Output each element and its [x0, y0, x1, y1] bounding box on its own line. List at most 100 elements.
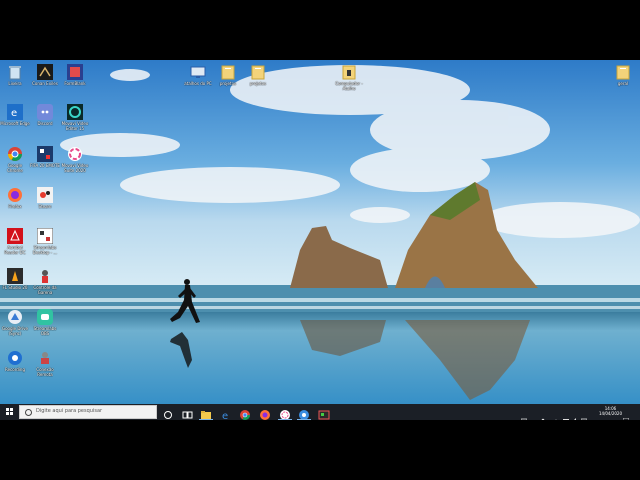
windows-logo-icon — [6, 408, 13, 415]
wallpaper — [0, 60, 640, 404]
desktop-icon-pc-shortcut[interactable]: atalhos do PC — [183, 64, 213, 86]
desktop-icon-google-drive[interactable]: Google Drive (Sync) — [0, 309, 30, 336]
folder-icon — [220, 64, 236, 80]
desktop-icon-movavi-suite[interactable]: Movavi Video Suite 2020 — [60, 146, 90, 173]
desktop: Lixeira Conan Exiles FormBlank e Microso… — [0, 60, 640, 420]
desktop-icon-label: Streamlabs Desktop - ... — [32, 245, 58, 255]
desktop-icon-label: Microsoft Edge — [0, 121, 30, 126]
search-placeholder: Digite aqui para pesquisar — [36, 408, 103, 414]
notification-icon[interactable] — [622, 409, 630, 420]
media-taskbar-icon[interactable] — [318, 406, 330, 420]
chrome-taskbar-icon[interactable] — [239, 406, 251, 420]
recycle-bin-icon — [7, 64, 23, 80]
desktop-icon-garena[interactable]: Controle da Garena — [30, 268, 60, 295]
formblank-icon — [67, 64, 83, 80]
desktop-icon-folder-projetos-2[interactable]: projetos — [243, 64, 273, 86]
desktop-icon-label: Acrobat Reader DC — [4, 245, 26, 255]
movavi-suite-icon — [67, 146, 83, 162]
desktop-icon-conan-exiles[interactable]: Conan Exiles — [30, 64, 60, 86]
streamlabs-obs-icon — [37, 309, 53, 325]
desktop-icon-recording[interactable]: Recording — [0, 350, 30, 372]
discord-icon — [37, 104, 53, 120]
folder-icon — [615, 64, 631, 80]
pc-shortcut-icon — [190, 64, 206, 80]
steam-icon — [37, 187, 53, 203]
desktop-icon-computer-shortcut[interactable]: Computador - Atalho — [334, 64, 364, 91]
desktop-icon-label: Lixeira — [8, 81, 22, 86]
active-indicator — [278, 419, 292, 420]
desktop-icon-label: FIFA 20 EMOTE — [30, 163, 60, 168]
recording-taskbar-icon[interactable] — [298, 406, 310, 420]
computer-shortcut-icon — [341, 64, 357, 80]
desktop-icon-chrome[interactable]: Google Chrome — [0, 146, 30, 173]
desktop-icon-discord[interactable]: Discord — [30, 104, 60, 126]
clock-date: 14/04/2020 — [598, 411, 622, 416]
fifa-icon — [37, 146, 53, 162]
desktop-icon-label: Google Chrome — [7, 163, 23, 173]
desktop-icon-label: projetos — [219, 81, 237, 86]
desktop-icon-firefox[interactable]: Firefox — [0, 187, 30, 209]
recording-icon — [7, 350, 23, 366]
chrome-icon — [7, 146, 23, 162]
active-indicator — [297, 419, 311, 420]
desktop-icon-label: Streamlabs OBS — [33, 326, 57, 336]
fl-studio-icon — [7, 268, 23, 284]
desktop-icon-edge[interactable]: e Microsoft Edge — [0, 104, 30, 126]
desktop-icon-label: Recording — [4, 367, 25, 372]
desktop-icon-acrobat[interactable]: Acrobat Reader DC — [0, 228, 30, 255]
keyboard-icon[interactable] — [520, 409, 528, 420]
desktop-icon-movavi[interactable]: Movavi Video Editor 15 — [60, 104, 90, 131]
file-explorer-icon[interactable] — [200, 406, 212, 419]
svg-text:e: e — [11, 108, 17, 119]
folder-icon — [250, 64, 266, 80]
desktop-icon-label: Firefox — [8, 204, 22, 209]
google-drive-icon — [7, 309, 23, 325]
desktop-icon-label: Discord — [37, 121, 53, 126]
edge-taskbar-icon[interactable]: e — [220, 406, 232, 420]
clock[interactable]: 14:06 14/04/2020 — [599, 406, 622, 416]
desktop-icon-streamlabs-obs[interactable]: Streamlabs OBS — [30, 309, 60, 336]
firefox-icon — [7, 187, 23, 203]
taskbar: Digite aqui para pesquisar e 14:06 14/04… — [0, 404, 640, 420]
desktop-icon-label: FormBlank — [64, 81, 86, 86]
desktop-icon-fifa[interactable]: FIFA 20 EMOTE — [30, 146, 60, 168]
volume-icon[interactable] — [572, 409, 578, 420]
task-view-icon[interactable] — [181, 406, 193, 419]
desktop-icon-label: Conan Exiles — [32, 81, 58, 86]
desktop-icon-label: Movavi Video Suite 2020 — [61, 163, 89, 173]
edge-icon: e — [7, 104, 23, 120]
desktop-icon-steam[interactable]: Steam — [30, 187, 60, 209]
desktop-icon-formblank[interactable]: FormBlank — [60, 64, 90, 86]
desktop-icon-label: Google Drive (Sync) — [1, 326, 29, 336]
desktop-icon-label: geral — [617, 81, 629, 86]
chevron-up-icon[interactable] — [553, 409, 559, 420]
desktop-icon-recycle-bin[interactable]: Lixeira — [0, 64, 30, 86]
cortana-icon[interactable] — [162, 406, 174, 419]
desktop-icon-label: Movavi Video Editor 15 — [61, 121, 89, 131]
desktop-icon-label: Conexão Remota — [36, 367, 54, 377]
firefox-taskbar-icon[interactable] — [259, 406, 271, 420]
network-icon[interactable] — [563, 409, 569, 420]
desktop-icon-folder-geral[interactable]: geral — [608, 64, 638, 86]
desktop-icon-label: atalhos do PC — [184, 81, 212, 86]
people-icon[interactable] — [540, 409, 546, 420]
svg-text:e: e — [222, 411, 228, 420]
desktop-icon-label: Controle da Garena — [33, 285, 57, 295]
desktop-icon-remote-connection[interactable]: Conexão Remota — [30, 350, 60, 377]
desktop-icon-fl-studio[interactable]: FL Studio 20 — [0, 268, 30, 290]
language-icon[interactable] — [580, 409, 588, 420]
desktop-icon-folder-projetos-1[interactable]: projetos — [213, 64, 243, 86]
search-input[interactable]: Digite aqui para pesquisar — [19, 405, 157, 419]
active-indicator — [199, 419, 213, 420]
desktop-icon-label: FL Studio 20 — [2, 285, 28, 290]
conan-exiles-icon — [37, 64, 53, 80]
desktop-icon-label: projetos — [249, 81, 267, 86]
start-button[interactable] — [0, 404, 18, 420]
garena-icon — [37, 268, 53, 284]
movavi-icon — [67, 104, 83, 120]
app-taskbar-icon[interactable] — [279, 406, 291, 420]
desktop-icon-streamlabs[interactable]: Streamlabs Desktop - ... — [30, 227, 60, 255]
desktop-icon-label: Computador - Atalho — [335, 81, 363, 91]
streamlabs-icon — [36, 227, 54, 245]
desktop-icon-label: Steam — [38, 204, 52, 209]
